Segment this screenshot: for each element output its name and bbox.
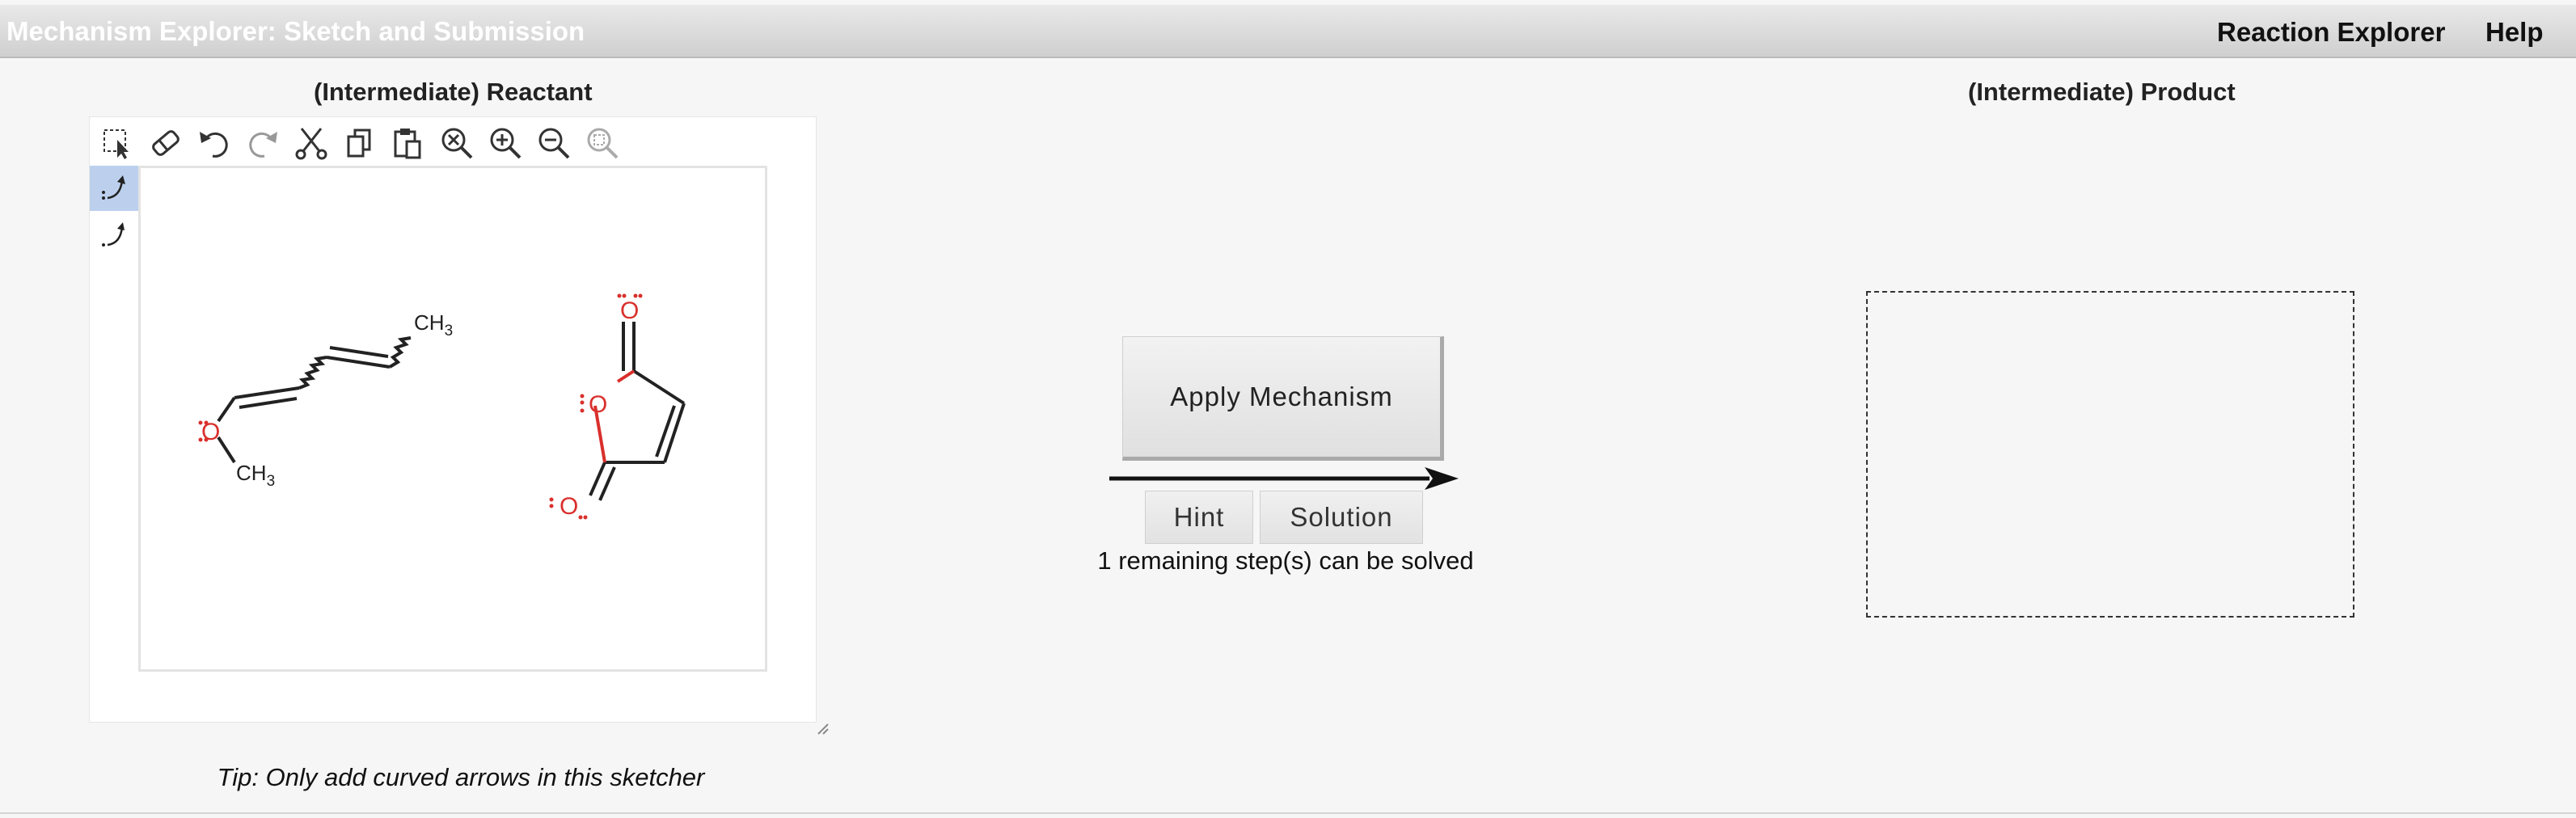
undo-icon[interactable]	[195, 124, 234, 162]
bond	[217, 396, 236, 423]
sketch-canvas[interactable]: O CH3 CH3 O O O	[138, 166, 767, 672]
zoom-reset-icon[interactable]	[437, 124, 476, 162]
resize-grip-icon[interactable]	[815, 721, 830, 736]
bottom-divider	[0, 812, 2576, 814]
reaction-explorer-link[interactable]: Reaction Explorer	[2217, 17, 2445, 48]
apply-mechanism-button[interactable]: Apply Mechanism	[1122, 336, 1444, 461]
bond	[616, 369, 636, 383]
bond	[632, 369, 686, 405]
atom-label: O	[620, 297, 639, 324]
cut-icon[interactable]	[292, 124, 331, 162]
zoom-out-icon[interactable]	[534, 124, 573, 162]
single-electron-arrow-icon[interactable]	[90, 213, 138, 258]
atom-label: CH3	[236, 461, 275, 490]
bond	[655, 405, 676, 457]
molecule-drawing: O CH3 CH3 O O O	[198, 293, 686, 520]
bond	[217, 436, 236, 464]
bond	[239, 397, 298, 409]
bond	[326, 356, 391, 369]
help-link[interactable]: Help	[2485, 17, 2544, 48]
electron-pair-arrow-icon[interactable]	[90, 166, 138, 211]
copy-icon[interactable]	[340, 124, 379, 162]
select-icon[interactable]	[98, 124, 137, 162]
title-bar: Mechanism Explorer: Sketch and Submissio…	[0, 5, 2576, 58]
product-drop-area	[1866, 291, 2354, 618]
remaining-steps-status: 1 remaining step(s) can be solved	[1097, 546, 1474, 575]
reaction-arrow-icon	[1109, 467, 1459, 490]
hint-button[interactable]: Hint	[1145, 491, 1253, 544]
bond	[663, 403, 686, 463]
eraser-icon[interactable]	[146, 124, 185, 162]
atom-label: O	[560, 493, 578, 520]
atom-label: O	[589, 391, 607, 418]
bond	[298, 356, 327, 390]
product-heading: (Intermediate) Product	[1968, 78, 2236, 106]
bond	[234, 386, 300, 399]
paste-icon[interactable]	[389, 124, 428, 162]
solution-button[interactable]: Solution	[1260, 491, 1423, 544]
zoom-in-icon[interactable]	[486, 124, 525, 162]
app-title: Mechanism Explorer: Sketch and Submissio…	[6, 16, 585, 46]
redo-icon[interactable]	[243, 124, 282, 162]
reactant-heading: (Intermediate) Reactant	[314, 78, 593, 106]
bond	[329, 346, 389, 358]
zoom-fit-icon[interactable]	[583, 124, 622, 162]
sketcher-tip: Tip: Only add curved arrows in this sket…	[217, 763, 705, 791]
sketcher-toolbar	[90, 117, 816, 167]
bond	[388, 336, 412, 369]
reactant-sketcher: O CH3 CH3 O O O	[89, 116, 817, 723]
atom-label: CH3	[414, 310, 453, 339]
